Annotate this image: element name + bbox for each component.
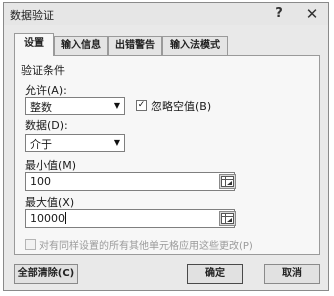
validation-criteria-heading: 验证条件 <box>21 64 65 77</box>
text-cursor <box>65 212 66 224</box>
maximum-input[interactable]: 10000 <box>25 209 235 228</box>
collapse-dialog-icon <box>221 213 234 224</box>
minimum-value: 100 <box>30 175 51 188</box>
ignore-blank-label[interactable]: 忽略空值(B) <box>151 98 211 114</box>
tab-input-message[interactable]: 输入信息 <box>54 36 108 55</box>
chevron-down-icon[interactable]: ▼ <box>110 98 124 114</box>
close-button[interactable]: ✕ <box>300 5 324 23</box>
settings-panel: 验证条件 允许(A): 整数 ▼ ✓ 忽略空值(B) 数据(D): 介于 ▼ 最… <box>14 55 320 255</box>
maximum-value: 10000 <box>30 212 66 225</box>
maximum-range-select-button[interactable] <box>219 211 236 226</box>
ignore-blank-checkbox[interactable]: ✓ <box>136 100 147 111</box>
minimum-label: 最小值(M) <box>25 159 77 172</box>
apply-to-all-checkbox[interactable] <box>25 239 36 250</box>
allow-label: 允许(A): <box>25 84 67 97</box>
cancel-button[interactable]: 取消 <box>264 264 320 284</box>
chevron-down-icon[interactable]: ▼ <box>110 135 124 151</box>
dialog-title: 数据验证 <box>10 9 54 22</box>
data-operator-select[interactable]: 介于 ▼ <box>25 134 125 152</box>
tab-ime-mode[interactable]: 输入法模式 <box>162 36 228 55</box>
data-operator-value: 介于 <box>30 138 52 151</box>
clear-all-button[interactable]: 全部清除(C) <box>14 264 78 284</box>
data-label: 数据(D): <box>25 119 68 132</box>
tab-error-alert[interactable]: 出错警告 <box>108 36 162 55</box>
maximum-value-text: 10000 <box>30 212 65 225</box>
tab-settings[interactable]: 设置 <box>14 33 54 56</box>
allow-select[interactable]: 整数 ▼ <box>25 97 125 115</box>
minimum-input[interactable]: 100 <box>25 172 235 191</box>
maximum-label: 最大值(X) <box>25 196 75 209</box>
help-button[interactable]: ? <box>270 6 288 22</box>
ok-button[interactable]: 确定 <box>187 264 243 284</box>
minimum-range-select-button[interactable] <box>219 174 236 189</box>
data-validation-dialog: 数据验证 ? ✕ 设置 输入信息 出错警告 输入法模式 验证条件 允许(A): … <box>3 2 329 291</box>
collapse-dialog-icon <box>221 176 234 187</box>
title-bar: 数据验证 ? ✕ <box>4 3 328 25</box>
allow-select-value: 整数 <box>30 101 52 114</box>
apply-to-all-label[interactable]: 对有同样设置的所有其他单元格应用这些更改(P) <box>39 237 253 252</box>
